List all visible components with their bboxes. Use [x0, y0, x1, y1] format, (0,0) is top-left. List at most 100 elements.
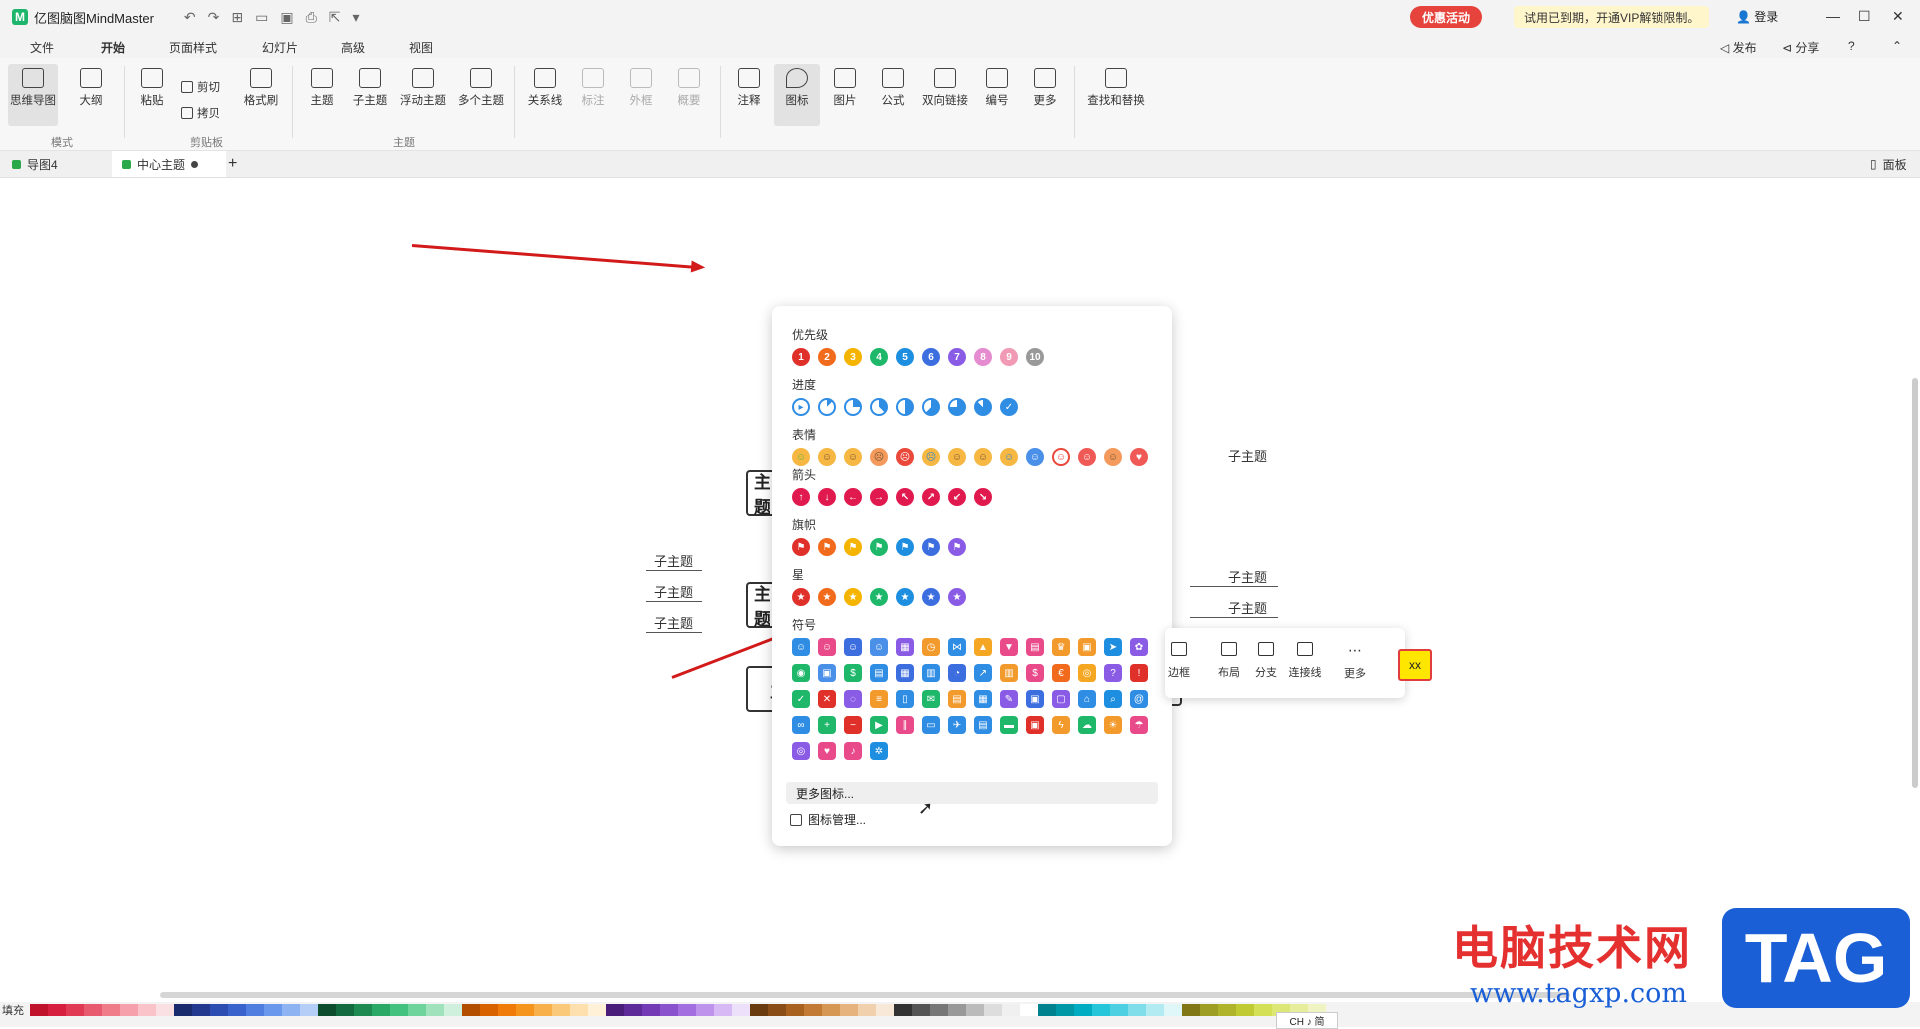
- grin-emoji-icon[interactable]: ☺: [818, 448, 836, 466]
- paste-button[interactable]: 粘贴: [136, 64, 168, 126]
- more-button[interactable]: 更多: [1030, 64, 1060, 126]
- ticket-icon[interactable]: ▬: [1000, 716, 1018, 734]
- subtopic[interactable]: 子主题: [654, 551, 693, 570]
- at-icon[interactable]: @: [1130, 690, 1148, 708]
- publish-button[interactable]: ◁ 发布: [1720, 39, 1757, 56]
- color-swatch[interactable]: [768, 1004, 786, 1016]
- priority-8-icon[interactable]: 8: [974, 348, 992, 366]
- open-folder-icon[interactable]: ▭: [255, 9, 268, 26]
- close-button[interactable]: ✕: [1892, 8, 1904, 25]
- layout-tool[interactable]: 布局: [1209, 642, 1249, 680]
- new-file-icon[interactable]: ⊞: [231, 9, 243, 26]
- settings-icon[interactable]: ✿: [1130, 638, 1148, 656]
- check-icon[interactable]: ✓: [792, 690, 810, 708]
- promo-button[interactable]: 优惠活动: [1410, 6, 1483, 28]
- laugh-emoji-icon[interactable]: ☺: [1078, 448, 1096, 466]
- cart-icon[interactable]: ▣: [818, 664, 836, 682]
- group-icon[interactable]: ☺: [870, 638, 888, 656]
- gear-icon[interactable]: ✲: [870, 742, 888, 760]
- vip-notice[interactable]: 试用已到期，开通VIP解锁限制。: [1514, 6, 1710, 28]
- umbrella-icon[interactable]: ☂: [1130, 716, 1148, 734]
- heart-icon[interactable]: ♥: [818, 742, 836, 760]
- formula-button[interactable]: 公式: [878, 64, 908, 126]
- color-swatch[interactable]: [660, 1004, 678, 1016]
- color-swatch[interactable]: [696, 1004, 714, 1016]
- border-tool[interactable]: 边框: [1159, 642, 1199, 680]
- color-swatch[interactable]: [480, 1004, 498, 1016]
- progress-done-icon[interactable]: ✓: [1000, 398, 1018, 416]
- star-red-icon[interactable]: ★: [792, 588, 810, 606]
- color-swatch[interactable]: [1110, 1004, 1128, 1016]
- callout-button[interactable]: 标注: [578, 64, 608, 126]
- calendar-small-icon[interactable]: ▦: [974, 690, 992, 708]
- unlock-icon[interactable]: ▢: [1052, 690, 1070, 708]
- book-icon[interactable]: ▤: [974, 716, 992, 734]
- color-swatch[interactable]: [840, 1004, 858, 1016]
- thumbs-up-icon[interactable]: ▲: [974, 638, 992, 656]
- cloud-rain-icon[interactable]: ☁: [1078, 716, 1096, 734]
- briefcase-icon[interactable]: ▤: [870, 664, 888, 682]
- priority-4-icon[interactable]: 4: [870, 348, 888, 366]
- help-button[interactable]: ?: [1848, 39, 1855, 53]
- arrow-down-right-icon[interactable]: ↘: [974, 488, 992, 506]
- link-icon[interactable]: ∞: [792, 716, 810, 734]
- star-orange-icon[interactable]: ★: [818, 588, 836, 606]
- tab-advanced[interactable]: 高级: [341, 39, 365, 56]
- color-swatch[interactable]: [174, 1004, 192, 1016]
- color-swatch[interactable]: [1200, 1004, 1218, 1016]
- priority-6-icon[interactable]: 6: [922, 348, 940, 366]
- progress-start-icon[interactable]: ▸: [792, 398, 810, 416]
- progress-37-icon[interactable]: [870, 398, 888, 416]
- color-swatch[interactable]: [138, 1004, 156, 1016]
- vertical-scrollbar[interactable]: [1912, 378, 1918, 788]
- color-swatch[interactable]: [1182, 1004, 1200, 1016]
- branch-tool[interactable]: 分支: [1246, 642, 1286, 680]
- love-emoji-icon[interactable]: ♥: [1130, 448, 1148, 466]
- progress-87-icon[interactable]: [974, 398, 992, 416]
- color-swatch[interactable]: [588, 1004, 606, 1016]
- color-swatch[interactable]: [1038, 1004, 1056, 1016]
- question-icon[interactable]: ?: [1104, 664, 1122, 682]
- progress-50-icon[interactable]: [896, 398, 914, 416]
- cross-icon[interactable]: ✕: [818, 690, 836, 708]
- priority-5-icon[interactable]: 5: [896, 348, 914, 366]
- flag-indigo-icon[interactable]: ⚑: [922, 538, 940, 556]
- sad-emoji-icon[interactable]: ☹: [870, 448, 888, 466]
- file-icon[interactable]: ▯: [896, 690, 914, 708]
- find-replace-button[interactable]: 查找和替换: [1084, 64, 1148, 126]
- color-swatch[interactable]: [1128, 1004, 1146, 1016]
- color-swatch[interactable]: [534, 1004, 552, 1016]
- flag-green-icon[interactable]: ⚑: [870, 538, 888, 556]
- tab-view[interactable]: 视图: [409, 39, 433, 56]
- arrow-up-icon[interactable]: ↑: [792, 488, 810, 506]
- search-icon[interactable]: ⌕: [1104, 690, 1122, 708]
- color-swatch[interactable]: [48, 1004, 66, 1016]
- lock-icon[interactable]: ▣: [1026, 690, 1044, 708]
- priority-9-icon[interactable]: 9: [1000, 348, 1018, 366]
- flag-purple-icon[interactable]: ⚑: [948, 538, 966, 556]
- color-swatch[interactable]: [66, 1004, 84, 1016]
- star-yellow-icon[interactable]: ★: [844, 588, 862, 606]
- pen-icon[interactable]: ✎: [1000, 690, 1018, 708]
- send-icon[interactable]: ➤: [1104, 638, 1122, 656]
- mask-emoji-icon[interactable]: ☺: [1052, 448, 1070, 466]
- color-swatch[interactable]: [1254, 1004, 1272, 1016]
- home-icon[interactable]: ⌂: [1078, 690, 1096, 708]
- color-swatch[interactable]: [732, 1004, 750, 1016]
- tab-file[interactable]: 文件: [30, 39, 54, 56]
- color-swatch[interactable]: [1164, 1004, 1182, 1016]
- neutral-emoji-icon[interactable]: ☺: [844, 448, 862, 466]
- star-indigo-icon[interactable]: ★: [922, 588, 940, 606]
- priority-10-icon[interactable]: 10: [1026, 348, 1044, 366]
- color-swatch[interactable]: [102, 1004, 120, 1016]
- save-icon[interactable]: ▣: [280, 9, 293, 26]
- color-swatch[interactable]: [750, 1004, 768, 1016]
- plus-icon[interactable]: +: [818, 716, 836, 734]
- subtopic[interactable]: 子主题: [1228, 567, 1267, 586]
- progress-62-icon[interactable]: [922, 398, 940, 416]
- color-swatch[interactable]: [1002, 1004, 1020, 1016]
- more-tool[interactable]: ⋯ 更多: [1335, 642, 1375, 681]
- star-green-icon[interactable]: ★: [870, 588, 888, 606]
- globe-icon[interactable]: ◉: [792, 664, 810, 682]
- color-swatch[interactable]: [372, 1004, 390, 1016]
